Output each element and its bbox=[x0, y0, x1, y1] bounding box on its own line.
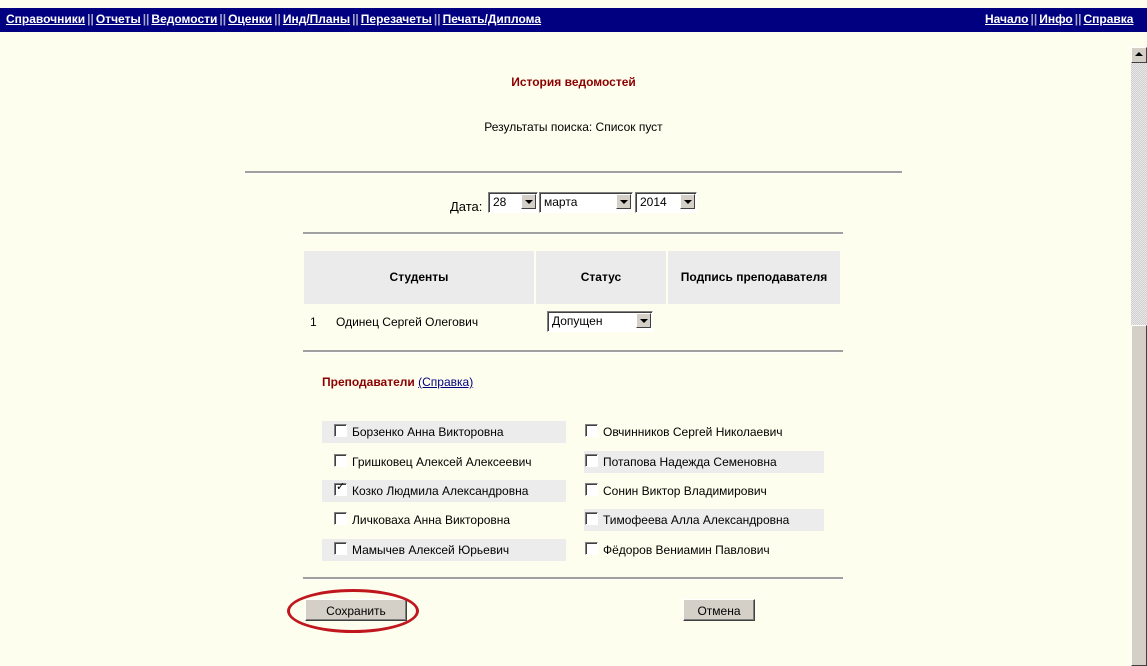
checkbox[interactable] bbox=[334, 424, 347, 437]
highlight-ellipse bbox=[287, 589, 419, 633]
teacher-name: Козко Людмила Александровна bbox=[352, 484, 529, 498]
checkbox[interactable] bbox=[585, 542, 598, 555]
teacher-checkbox-item[interactable]: Потапова Надежда Семеновна bbox=[584, 451, 824, 473]
nav-link-spravochniki[interactable]: Справочники bbox=[6, 12, 85, 26]
teacher-checkbox-item[interactable]: Сонин Виктор Владимирович bbox=[584, 480, 824, 502]
teacher-checkbox-item[interactable]: Мамычев Алексей Юрьевич bbox=[322, 539, 566, 561]
chevron-down-icon[interactable] bbox=[680, 194, 695, 209]
chevron-down-icon[interactable] bbox=[616, 194, 631, 209]
nav-link-ind-plany[interactable]: Инд/Планы bbox=[283, 12, 350, 26]
year-select[interactable]: 2014 bbox=[635, 192, 697, 213]
checkbox[interactable] bbox=[585, 424, 598, 437]
teacher-checkbox-item[interactable]: Борзенко Анна Викторовна bbox=[322, 421, 566, 443]
teachers-help-link[interactable]: (Справка) bbox=[418, 375, 473, 389]
teacher-checkbox-item[interactable]: Овчинников Сергей Николаевич bbox=[584, 421, 824, 443]
day-select[interactable]: 28 bbox=[488, 192, 538, 213]
day-select-value: 28 bbox=[493, 195, 507, 209]
checkbox[interactable] bbox=[585, 512, 598, 525]
teacher-checkbox-item[interactable]: Тимофеева Алла Александровна bbox=[584, 509, 824, 531]
divider bbox=[303, 350, 843, 353]
scroll-thumb[interactable] bbox=[1131, 325, 1147, 666]
column-header-students: Студенты bbox=[304, 251, 534, 304]
nav-link-info[interactable]: Инфо bbox=[1039, 12, 1073, 26]
teacher-checkbox-item[interactable]: Козко Людмила Александровна bbox=[322, 480, 566, 502]
page-title: История ведомостей bbox=[511, 75, 636, 89]
top-nav-bar: Справочники || Отчеты || Ведомости || Оценки ||… bbox=[0, 8, 1147, 32]
teacher-name: Гришковец Алексей Алексеевич bbox=[352, 455, 532, 469]
main-menu: Справочники || Отчеты || Ведомости || Оценки ||… bbox=[6, 12, 542, 26]
divider bbox=[303, 232, 843, 235]
column-header-status: Статус bbox=[536, 251, 666, 304]
nav-link-otsenki[interactable]: Оценки bbox=[228, 12, 272, 26]
checkbox[interactable] bbox=[585, 454, 598, 467]
teacher-checkbox-item[interactable]: Гришковец Алексей Алексеевич bbox=[322, 451, 566, 473]
chevron-down-icon[interactable] bbox=[521, 194, 536, 209]
teacher-name: Мамычев Алексей Юрьевич bbox=[352, 543, 510, 557]
divider bbox=[303, 577, 843, 580]
month-select[interactable]: марта bbox=[539, 192, 633, 213]
checkbox[interactable] bbox=[334, 454, 347, 467]
row-number: 1 bbox=[310, 315, 317, 329]
chevron-down-icon[interactable] bbox=[636, 313, 651, 328]
nav-link-perezachety[interactable]: Перезачеты bbox=[361, 12, 432, 26]
divider bbox=[245, 171, 902, 174]
teacher-name: Потапова Надежда Семеновна bbox=[603, 455, 777, 469]
column-header-teacher-signature: Подпись преподавателя bbox=[668, 251, 840, 304]
date-label: Дата: bbox=[450, 199, 483, 214]
cancel-button[interactable]: Отмена bbox=[683, 599, 755, 621]
nav-link-nachalo[interactable]: Начало bbox=[985, 12, 1028, 26]
teacher-name: Тимофеева Алла Александровна bbox=[603, 513, 790, 527]
teacher-name: Овчинников Сергей Николаевич bbox=[603, 425, 783, 439]
secondary-menu: Начало || Инфо || Справка bbox=[985, 12, 1134, 26]
nav-link-spravka[interactable]: Справка bbox=[1083, 12, 1133, 26]
teacher-checkbox-item[interactable]: Личковаха Анна Викторовна bbox=[322, 509, 566, 531]
teacher-name: Личковаха Анна Викторовна bbox=[352, 513, 511, 527]
vertical-scrollbar[interactable] bbox=[1131, 47, 1147, 666]
status-select[interactable]: Допущен bbox=[547, 311, 653, 332]
student-name: Одинец Сергей Олегович bbox=[336, 315, 479, 329]
search-result-text: Результаты поиска: Список пуст bbox=[484, 120, 663, 134]
teachers-section-title: Преподаватели (Справка) bbox=[322, 375, 473, 389]
teacher-checkbox-item[interactable]: Фёдоров Вениамин Павлович bbox=[584, 539, 824, 561]
teacher-name: Сонин Виктор Владимирович bbox=[603, 484, 767, 498]
year-select-value: 2014 bbox=[640, 195, 667, 209]
checkbox[interactable] bbox=[334, 512, 347, 525]
checkbox[interactable] bbox=[334, 542, 347, 555]
checkbox[interactable] bbox=[585, 483, 598, 496]
teacher-name: Борзенко Анна Викторовна bbox=[352, 425, 504, 439]
status-select-value: Допущен bbox=[552, 314, 603, 328]
nav-link-vedomosti[interactable]: Ведомости bbox=[151, 12, 217, 26]
checkbox-checked[interactable] bbox=[334, 481, 347, 496]
nav-link-otchety[interactable]: Отчеты bbox=[96, 12, 141, 26]
teacher-name: Фёдоров Вениамин Павлович bbox=[603, 543, 770, 557]
scroll-up-arrow-icon[interactable] bbox=[1131, 47, 1147, 63]
nav-link-pechat-diploma[interactable]: Печать/Диплома bbox=[443, 12, 541, 26]
teachers-title-label: Преподаватели bbox=[322, 375, 415, 389]
month-select-value: марта bbox=[544, 195, 578, 209]
